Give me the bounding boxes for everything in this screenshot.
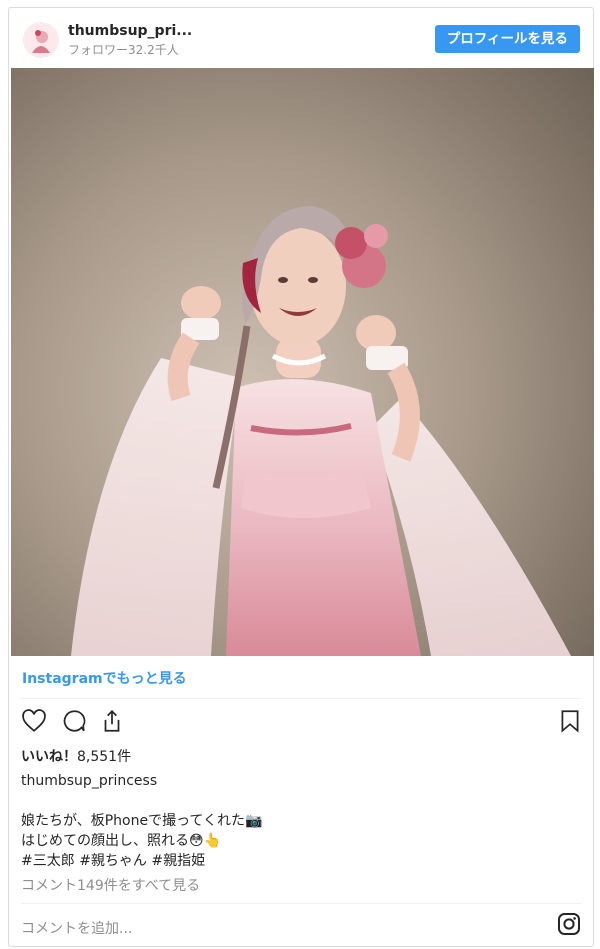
post-owner[interactable]: thumbsup_princess [21, 773, 157, 789]
like-count[interactable]: いいね！8,551件 [21, 746, 131, 766]
caption-hashtags: #三太郎 #親ちゃん #親指姫 [21, 851, 262, 871]
instagram-logo-icon[interactable] [557, 912, 581, 940]
likes-number: 8,551件 [77, 749, 132, 765]
comment-icon[interactable] [61, 708, 87, 738]
hashtag[interactable]: #親指姫 [151, 853, 205, 869]
hashtag[interactable]: #三太郎 [21, 853, 75, 869]
divider [21, 698, 581, 699]
avatar-image [24, 23, 58, 57]
likes-label: いいね！ [21, 749, 77, 765]
post-photo[interactable] [11, 68, 594, 656]
hashtag[interactable]: #親ちゃん [79, 853, 147, 869]
caption-line-1: 娘たちが、板Phoneで撮ってくれた📷 [21, 813, 263, 829]
avatar[interactable] [23, 22, 59, 58]
heart-icon[interactable] [21, 708, 47, 738]
follower-count: フォロワー32.2千人 [68, 43, 179, 57]
post-header: thumbsup_pri... フォロワー32.2千人 プロフィールを見る [9, 8, 593, 70]
view-profile-button[interactable]: プロフィールを見る [434, 25, 580, 53]
post-caption: 娘たちが、板Phoneで撮ってくれた📷 はじめての顔出し、照れる😳👆 #三太郎 … [21, 811, 262, 871]
caption-line-2: はじめての顔出し、照れる😳👆 [21, 833, 222, 849]
view-all-comments-link[interactable]: コメント149件をすべて見る [21, 875, 200, 895]
share-icon[interactable] [99, 708, 125, 738]
instagram-embed-card: thumbsup_pri... フォロワー32.2千人 プロフィールを見る In… [8, 7, 594, 947]
username[interactable]: thumbsup_pri... [68, 23, 192, 39]
bookmark-icon[interactable] [557, 708, 583, 738]
instagram-more-link[interactable]: Instagramでもっと見る [22, 668, 187, 688]
add-comment-input[interactable]: コメントを追加... [21, 918, 132, 938]
post-image [11, 68, 594, 656]
divider [21, 903, 581, 904]
